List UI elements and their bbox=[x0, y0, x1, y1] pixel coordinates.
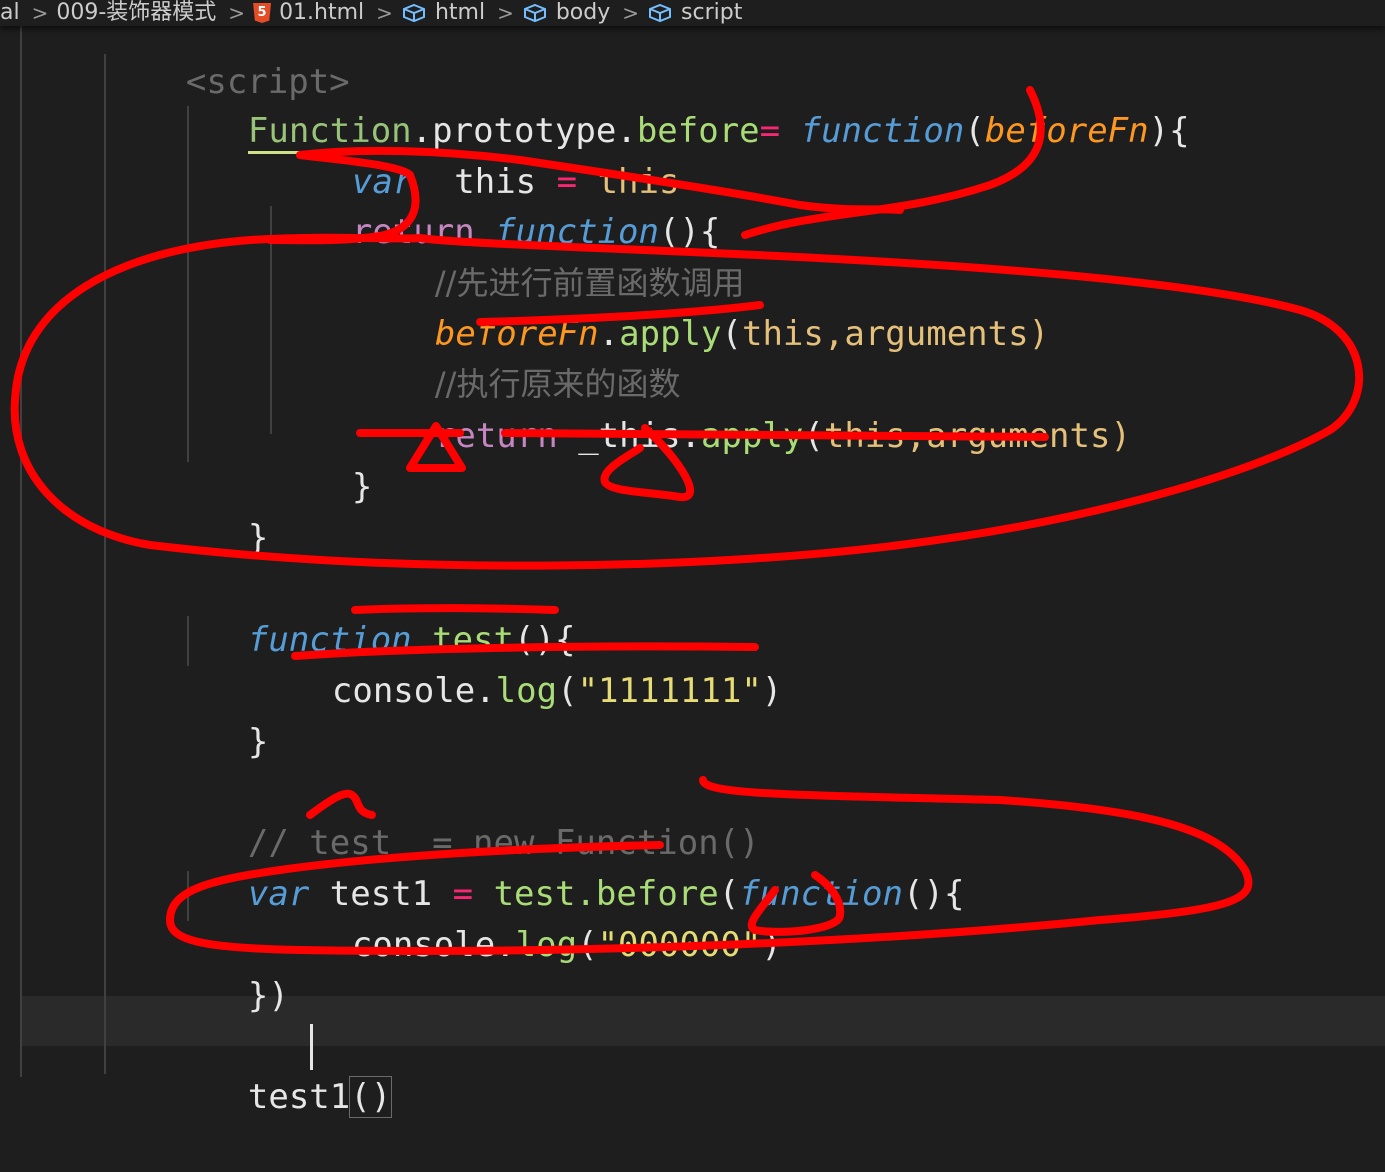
token-punct: (){ bbox=[903, 874, 965, 914]
token-punct: ) bbox=[761, 925, 782, 965]
token-string: "000000" bbox=[597, 925, 762, 965]
breadcrumb-item-script[interactable]: script bbox=[647, 2, 742, 24]
token-punct: ){ bbox=[1148, 111, 1190, 151]
chevron-right-icon: > bbox=[228, 1, 246, 25]
code-line-7: return _this.apply(this,arguments) bbox=[353, 361, 1131, 456]
html5-icon: 5 bbox=[253, 3, 272, 23]
token-param: beforeFn bbox=[984, 111, 1149, 151]
code-line-17: test1() bbox=[166, 1022, 393, 1118]
token-string: "1111111" bbox=[577, 671, 762, 711]
cube-icon bbox=[647, 3, 673, 23]
code-line-15: console.log("000000") bbox=[270, 870, 782, 965]
token-punct: } bbox=[247, 518, 269, 558]
token-method: log bbox=[495, 671, 558, 711]
code-line-12: } bbox=[166, 667, 268, 762]
cube-icon bbox=[401, 3, 427, 23]
token-text: console. bbox=[331, 671, 496, 711]
chevron-right-icon: > bbox=[497, 1, 514, 25]
code-line-2: var this = this bbox=[270, 107, 680, 202]
token-text: _this. bbox=[557, 416, 702, 456]
token-text: ,arguments) bbox=[823, 314, 1050, 354]
breadcrumb-label: script bbox=[681, 0, 743, 25]
text-cursor bbox=[310, 1024, 313, 1070]
token-method: apply bbox=[701, 416, 804, 456]
token-this: this bbox=[741, 314, 824, 354]
breadcrumb-label: 01.html bbox=[279, 0, 365, 25]
code-line-14: var test1 = test.before(function(){ bbox=[166, 819, 965, 914]
chevron-right-icon: > bbox=[622, 1, 640, 25]
token-this: this bbox=[823, 416, 906, 456]
breadcrumb-label: html bbox=[434, 0, 486, 25]
code-line-11: console.log("1111111") bbox=[250, 616, 782, 711]
code-line-1: Function.prototype.before= function(befo… bbox=[166, 56, 1190, 154]
code-line-9: } bbox=[166, 463, 268, 558]
token-punct: ( bbox=[721, 314, 742, 354]
token-punct: ( bbox=[964, 111, 985, 151]
code-editor[interactable]: <script> Function.prototype.before= func… bbox=[0, 26, 1385, 1118]
token-punct: ( bbox=[803, 416, 824, 456]
code-line-5: beforeFn.apply(this,arguments) bbox=[353, 259, 1049, 354]
indent-guide bbox=[104, 54, 106, 1074]
breadcrumb-item-html[interactable]: html bbox=[401, 2, 485, 24]
token-text: ,arguments) bbox=[905, 416, 1131, 456]
token-punct: ( bbox=[557, 671, 578, 711]
breadcrumb: al > 009-装饰器模式 > 5 01.html > html > body… bbox=[0, 0, 1385, 26]
code-line-13: // test = new Function() bbox=[166, 768, 760, 863]
chevron-right-icon: > bbox=[376, 1, 393, 25]
code-line-4: //先进行前置函数调用 bbox=[353, 208, 745, 302]
chevron-right-icon: > bbox=[31, 1, 49, 25]
breadcrumb-item-root[interactable]: al bbox=[0, 2, 20, 24]
token-punct: } bbox=[351, 467, 373, 507]
breadcrumb-label: body bbox=[555, 0, 611, 25]
code-line-8: } bbox=[270, 412, 372, 507]
token-punct: }) bbox=[247, 976, 289, 1016]
token-punct: } bbox=[247, 722, 269, 762]
code-line-16: }) bbox=[166, 921, 289, 1016]
breadcrumb-item-body[interactable]: body bbox=[522, 2, 610, 24]
token-keyword: function bbox=[780, 111, 965, 151]
indent-guide bbox=[20, 26, 22, 1077]
token-function-call: test1 bbox=[247, 1077, 351, 1117]
code-line-10: function test(){ bbox=[166, 565, 576, 660]
token-punct: ) bbox=[761, 671, 783, 711]
token-text: console. bbox=[351, 925, 516, 965]
token-punct: () bbox=[349, 1076, 393, 1118]
token-keyword: return bbox=[434, 416, 558, 456]
cube-icon bbox=[522, 3, 548, 23]
breadcrumb-item-file[interactable]: 5 01.html bbox=[253, 2, 364, 24]
breadcrumb-label: 009-装饰器模式 bbox=[56, 0, 217, 25]
breadcrumb-label: al bbox=[0, 0, 20, 25]
code-line-3: return function(){ bbox=[270, 157, 720, 252]
token-punct: ( bbox=[577, 925, 598, 965]
token-operator: = bbox=[759, 111, 781, 151]
token-method: log bbox=[515, 925, 578, 965]
breadcrumb-item-folder[interactable]: 009-装饰器模式 bbox=[56, 2, 216, 24]
code-line-6: //执行原来的函数 bbox=[353, 309, 681, 403]
